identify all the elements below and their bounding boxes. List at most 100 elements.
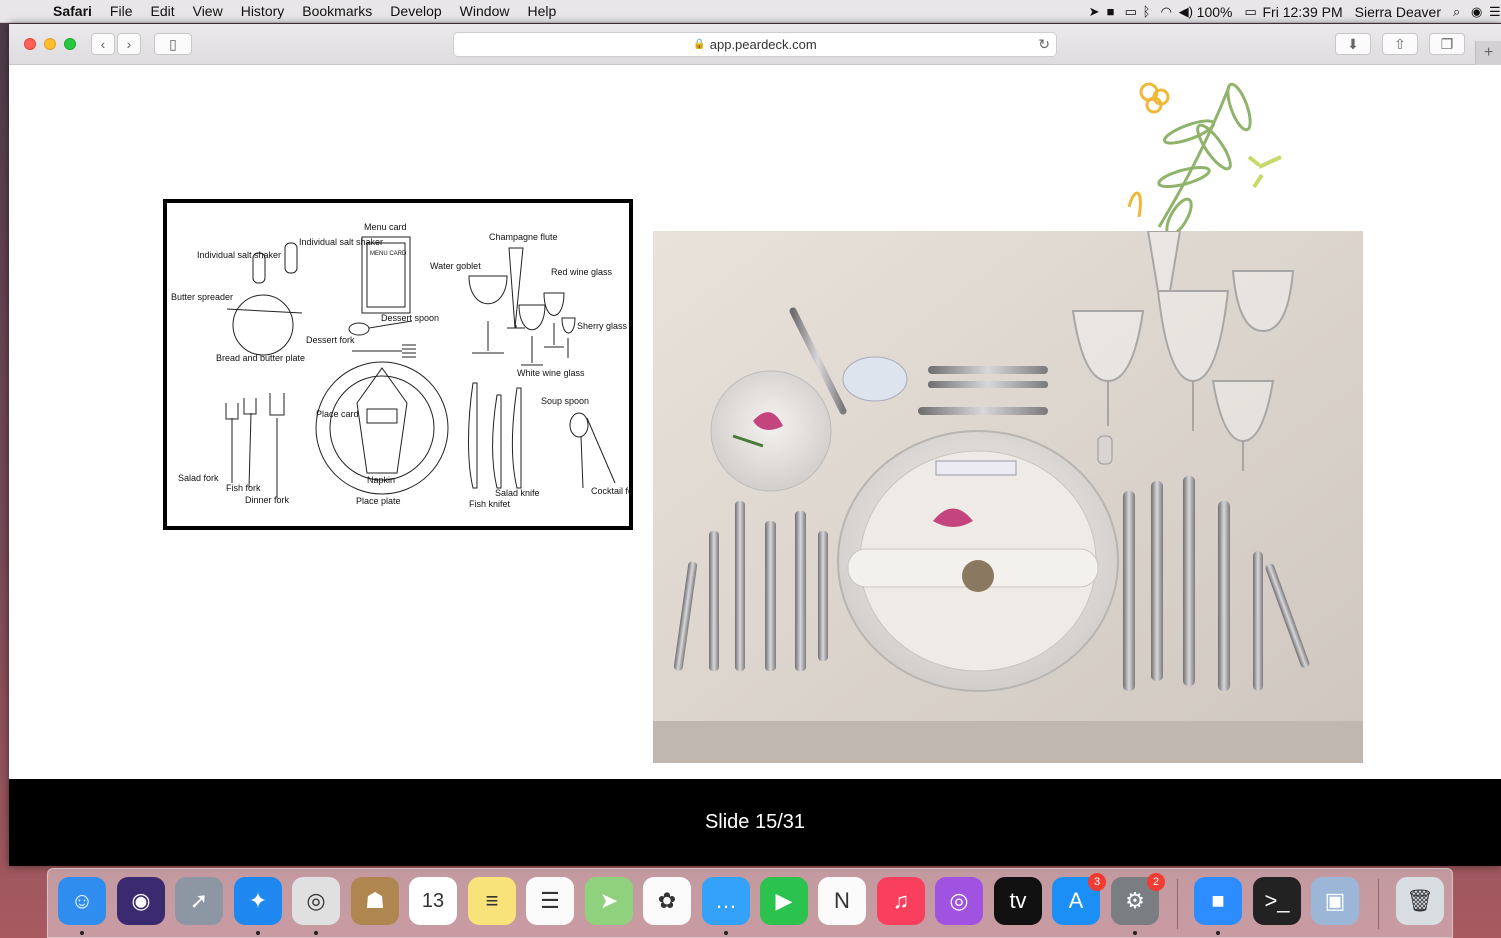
label-soup-spoon: Soup spoon [541,396,589,406]
menu-file[interactable]: File [101,3,142,19]
zoom-glyph: ■ [1211,888,1225,913]
finder-icon[interactable]: ☺ [58,877,106,935]
new-tab-button[interactable]: + [1475,41,1501,65]
bluetooth-icon[interactable]: ᛒ [1137,4,1155,19]
fullscreen-window-button[interactable] [64,38,76,50]
messages-glyph: … [715,888,737,913]
siri-menu-icon[interactable]: ◉ [1465,4,1483,19]
launchpad-glyph: ➚ [189,888,209,913]
menu-help[interactable]: Help [518,3,565,19]
safari-icon[interactable]: ✦ [234,877,282,935]
reload-icon[interactable]: ↻ [1038,36,1050,53]
label-napkin: Napkin [367,475,395,485]
menu-app-name[interactable]: Safari [44,3,101,19]
system-preferences-icon[interactable]: ⚙ 2 [1111,873,1165,935]
airplay-icon[interactable]: ▭ [1119,4,1137,19]
launchpad-icon[interactable]: ➚ [175,877,223,925]
back-button[interactable]: ‹ [91,33,115,55]
chevron-right-icon: › [126,36,132,52]
facetime-icon[interactable]: ▶ [760,877,808,925]
app-store-icon[interactable]: A3 [1052,873,1106,925]
battery-percent[interactable]: 100% [1191,4,1239,20]
running-indicator [1133,931,1137,935]
terminal-icon[interactable]: >_ [1253,877,1301,925]
zoom-status-icon[interactable]: ■ [1101,4,1119,19]
notification-center-icon[interactable]: ☰ [1483,4,1501,19]
chrome-glyph: ◎ [306,888,326,913]
place-setting-diagram: Menu card MENU CARD Individual salt shak… [163,199,641,530]
calendar-icon[interactable]: 13 [409,877,457,925]
slide-content: Menu card MENU CARD Individual salt shak… [9,65,1501,779]
user-name[interactable]: Sierra Deaver [1349,4,1447,20]
photos-icon[interactable]: ✿ [643,877,691,925]
menu-edit[interactable]: Edit [141,3,183,19]
battery-icon[interactable]: ▭ [1238,4,1256,19]
tab-overview-button[interactable]: ❐ [1429,33,1465,55]
apple-tv-glyph: tv [1009,888,1027,913]
label-salad-knife: Salad knife [495,488,540,498]
menu-bookmarks[interactable]: Bookmarks [293,3,381,19]
contacts-icon[interactable]: ☗ [351,877,399,925]
notification-badge: 3 [1088,873,1106,891]
chrome-icon[interactable]: ◎ [292,877,340,935]
spotlight-search-icon[interactable]: ⌕ [1447,4,1465,19]
reminders-icon[interactable]: ☰ [526,877,574,925]
zoom-icon[interactable]: ■ [1194,877,1242,935]
location-icon[interactable]: ➤ [1083,4,1101,19]
photos-glyph: ✿ [657,888,677,913]
wifi-icon[interactable]: ◠ [1155,4,1173,19]
maps-icon[interactable]: ➤ [585,877,633,925]
label-dinner-fork: Dinner fork [245,495,290,505]
label-place-card: Place card [316,409,359,419]
music-icon[interactable]: ♫ [877,877,925,925]
running-indicator [256,931,260,935]
label-bread-and-butter-plate: Bread and butter plate [216,353,305,363]
safari-glyph: ✦ [248,888,268,913]
minimize-window-button[interactable] [44,38,56,50]
menu-history[interactable]: History [232,3,294,19]
label-fish-knife: Fish knifet [469,499,511,509]
running-indicator [314,931,318,935]
preview-icon[interactable]: ▣ [1311,877,1359,925]
forward-button[interactable]: › [117,33,141,55]
dock-separator [1177,879,1178,929]
system-preferences-glyph: ⚙ [1125,888,1145,913]
clock[interactable]: Fri 12:39 PM [1256,4,1348,20]
notes-icon[interactable]: ≡ [468,877,516,925]
slide-counter: Slide 15/31 [704,811,806,833]
siri-icon[interactable]: ◉ [117,877,165,925]
contacts-glyph: ☗ [365,888,385,913]
share-icon: ⇧ [1394,35,1406,52]
menu-develop[interactable]: Develop [381,3,450,19]
apple-tv-icon[interactable]: tv [994,877,1042,925]
app-store-glyph: A [1068,888,1084,913]
running-indicator [80,931,84,935]
news-icon[interactable]: N [818,877,866,925]
preview-glyph: ▣ [1324,888,1346,913]
menu-window[interactable]: Window [451,3,519,19]
label-sherry-glass: Sherry glass [577,321,628,331]
plus-icon: + [1483,44,1494,61]
trash-icon[interactable]: 🗑 [1396,877,1444,925]
lock-icon: 🔒 [693,39,706,50]
sidebar-toggle-button[interactable]: ▯ [154,33,192,55]
label-champagne-flute: Champagne flute [489,232,558,242]
sidebar-icon: ▯ [169,35,177,52]
podcasts-icon[interactable]: ◎ [935,877,983,925]
calendar-glyph: 13 [421,889,445,912]
chevron-left-icon: ‹ [100,36,106,52]
label-individual-salt-shaker-2: Individual salt shaker [299,237,383,247]
label-place-plate: Place plate [356,496,401,506]
close-window-button[interactable] [24,38,36,50]
safari-window: ‹ › ▯ 🔒 app.peardeck.com ↻ ⬇ ⇧ ❐ + Menu … [9,24,1501,866]
menu-view[interactable]: View [184,3,232,19]
address-bar[interactable]: 🔒 app.peardeck.com ↻ [453,32,1057,57]
tabs-icon: ❐ [1440,35,1454,52]
messages-icon[interactable]: … [702,877,750,935]
label-red-wine-glass: Red wine glass [551,267,613,277]
dock-separator [1378,879,1379,929]
share-button[interactable]: ⇧ [1382,33,1418,55]
volume-icon[interactable]: ◀) [1173,4,1193,19]
diagram-drawing: Menu card MENU CARD Individual salt shak… [171,222,641,509]
downloads-button[interactable]: ⬇ [1335,33,1371,55]
